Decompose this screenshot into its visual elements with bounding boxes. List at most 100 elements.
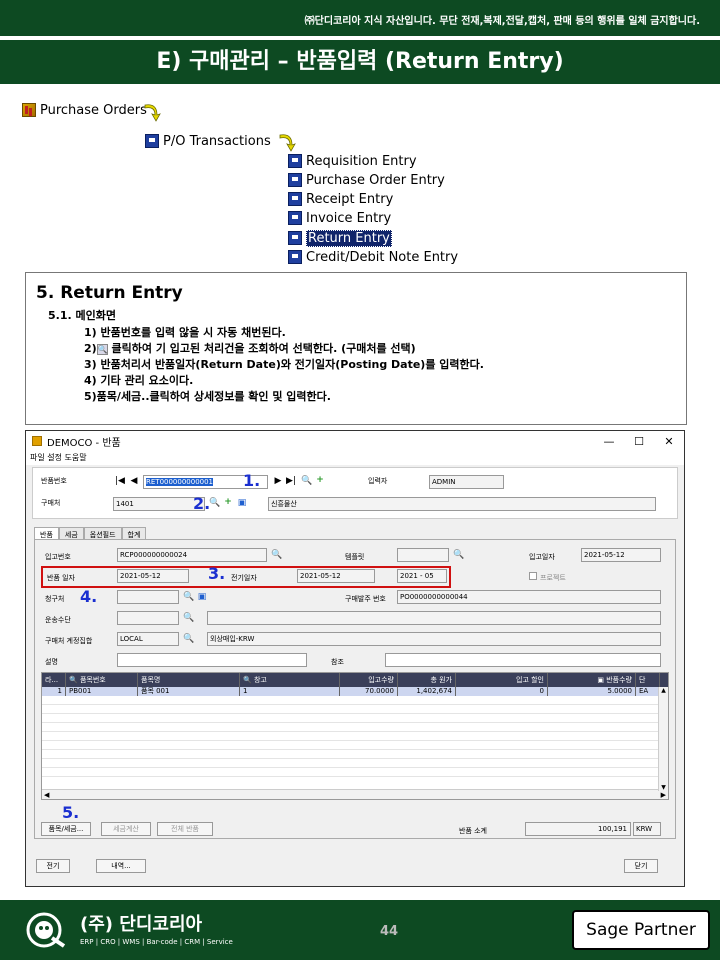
receipt-date-field: 2021-05-12 bbox=[581, 548, 661, 562]
receipt-no-field[interactable]: RCP000000000024 bbox=[117, 548, 267, 562]
col-return-qty[interactable]: ▣ 반품수량 bbox=[548, 673, 636, 687]
copyright-banner: ㈜단디코리아 지식 자산입니다. 무단 전재,복제,전달,캡처, 판매 등의 행… bbox=[0, 0, 720, 36]
table-row[interactable] bbox=[42, 768, 668, 777]
window-titlebar: DEMOCO - 반품 — ☐ ✕ bbox=[26, 431, 684, 451]
search-icon[interactable]: 🔍 bbox=[301, 475, 312, 487]
return-all-button[interactable]: 전체 반품 bbox=[157, 822, 213, 836]
search-icon[interactable]: 🔍 bbox=[183, 633, 194, 645]
project-checkbox[interactable] bbox=[529, 572, 537, 580]
scroll-left-icon[interactable]: ◀ bbox=[42, 791, 49, 799]
return-date-label: 반품 일자 bbox=[47, 574, 75, 582]
tree-item-po-transactions[interactable]: P/O Transactions bbox=[145, 132, 271, 150]
col-return-qty-label: 반품수량 bbox=[606, 676, 632, 684]
description-field[interactable] bbox=[117, 653, 307, 667]
tree-item-requisition-entry[interactable]: Requisition Entry bbox=[288, 152, 417, 170]
close-window-button[interactable]: ✕ bbox=[654, 435, 684, 448]
table-row[interactable] bbox=[42, 759, 668, 768]
return-date-field[interactable]: 2021-05-12 bbox=[117, 569, 189, 583]
line-items-grid[interactable]: 라... 🔍 품목번호 품목명 🔍 창고 입고수량 총 원가 입고 할인 ▣ 반… bbox=[41, 672, 669, 800]
tree-item-return-entry[interactable]: Return Entry bbox=[288, 229, 392, 247]
vendor-label: 구매처 bbox=[41, 499, 61, 507]
posting-date-field[interactable]: 2021-05-12 bbox=[297, 569, 375, 583]
col-item-name[interactable]: 품목명 bbox=[138, 673, 240, 687]
post-button[interactable]: 전기 bbox=[36, 859, 70, 873]
step-2: 2)🔍 클릭하여 기 입고된 처리건을 조회하여 선택한다. (구매처를 선택) bbox=[36, 341, 676, 357]
annotation-4: 4. bbox=[80, 587, 98, 606]
scroll-right-icon[interactable]: ▶ bbox=[661, 790, 668, 800]
page-title: E) 구매관리 – 반품입력 (Return Entry) bbox=[0, 40, 720, 84]
col-unit[interactable]: 단 bbox=[636, 673, 660, 687]
template-label: 템플릿 bbox=[345, 553, 365, 561]
page-number: 44 bbox=[380, 924, 399, 939]
next-record-icon[interactable]: ▶ bbox=[273, 475, 283, 487]
info-icon[interactable]: ▣ bbox=[197, 591, 207, 603]
template-field[interactable] bbox=[397, 548, 449, 562]
form-icon bbox=[288, 211, 302, 225]
items-tax-button[interactable]: 품목/세금... bbox=[41, 822, 91, 836]
annotation-1: 1. bbox=[243, 471, 261, 490]
cell-location: 1 bbox=[240, 687, 340, 696]
search-icon[interactable]: 🔍 bbox=[183, 591, 194, 603]
table-row[interactable] bbox=[42, 732, 668, 741]
horizontal-scrollbar[interactable]: ◀ ▶ bbox=[42, 789, 668, 799]
table-row[interactable] bbox=[42, 750, 668, 759]
col-total-cost[interactable]: 총 원가 bbox=[398, 673, 456, 687]
posting-date-label: 전기일자 bbox=[231, 574, 257, 582]
add-icon[interactable]: + bbox=[315, 474, 325, 486]
vendor-code-field[interactable]: 1401 bbox=[113, 497, 205, 511]
table-row[interactable] bbox=[42, 723, 668, 732]
bill-to-label: 청구처 bbox=[45, 595, 65, 603]
first-record-icon[interactable]: |◀ bbox=[115, 475, 125, 487]
col-received-qty[interactable]: 입고수량 bbox=[340, 673, 398, 687]
col-discount[interactable]: 입고 할인 bbox=[456, 673, 548, 687]
table-row[interactable] bbox=[42, 741, 668, 750]
scroll-down-icon[interactable]: ▼ bbox=[659, 784, 668, 791]
calc-tax-button[interactable]: 세금계산 bbox=[101, 822, 151, 836]
search-icon[interactable]: 🔍 bbox=[209, 497, 220, 509]
tree-item-purchase-orders[interactable]: Purchase Orders bbox=[22, 101, 147, 119]
cell-unit: EA bbox=[636, 687, 660, 696]
bill-to-field[interactable] bbox=[117, 590, 179, 604]
reference-field[interactable] bbox=[385, 653, 661, 667]
maximize-button[interactable]: ☐ bbox=[624, 435, 654, 448]
history-button[interactable]: 내역... bbox=[96, 859, 146, 873]
search-icon[interactable]: 🔍 bbox=[453, 549, 464, 561]
prev-record-icon[interactable]: ◀ bbox=[129, 475, 139, 487]
col-line[interactable]: 라... bbox=[42, 673, 66, 687]
curved-arrow-icon bbox=[144, 104, 161, 122]
table-row[interactable] bbox=[42, 705, 668, 714]
last-record-icon[interactable]: ▶| bbox=[286, 475, 296, 487]
folder-icon bbox=[22, 103, 36, 117]
sage-partner-logo: Sage Partner bbox=[572, 910, 710, 950]
tree-item-invoice-entry[interactable]: Invoice Entry bbox=[288, 209, 391, 227]
return-entry-window: DEMOCO - 반품 — ☐ ✕ 파일 설정 도움말 반품번호 |◀ ◀ RE… bbox=[25, 430, 685, 887]
account-set-code-field[interactable]: LOCAL bbox=[117, 632, 179, 646]
add-icon[interactable]: + bbox=[223, 496, 233, 508]
vertical-scrollbar[interactable]: ▲ ▼ bbox=[658, 687, 668, 791]
cell-line: 1 bbox=[42, 687, 66, 696]
scroll-up-icon[interactable]: ▲ bbox=[659, 687, 668, 694]
minimize-button[interactable]: — bbox=[594, 435, 624, 448]
close-button[interactable]: 닫기 bbox=[624, 859, 658, 873]
tree-item-credit-debit-note-entry[interactable]: Credit/Debit Note Entry bbox=[288, 248, 458, 266]
info-icon[interactable]: ▣ bbox=[237, 497, 247, 509]
search-icon[interactable]: 🔍 bbox=[271, 549, 282, 561]
search-icon[interactable]: 🔍 bbox=[183, 612, 194, 624]
annotation-2: 2. bbox=[193, 494, 211, 513]
return-no-label: 반품번호 bbox=[41, 477, 67, 485]
table-row[interactable]: 1 PB001 품목 001 1 70.0000 1,402,674 0 5.0… bbox=[42, 687, 668, 696]
curved-arrow-icon bbox=[279, 134, 296, 152]
ship-via-field[interactable] bbox=[117, 611, 179, 625]
section-heading: 5. Return Entry bbox=[36, 283, 183, 303]
tree-label-root: Purchase Orders bbox=[40, 102, 147, 118]
fiscal-period-field: 2021 - 05 bbox=[397, 569, 447, 583]
tree-item-purchase-order-entry[interactable]: Purchase Order Entry bbox=[288, 171, 445, 189]
annotation-3: 3. bbox=[208, 564, 226, 583]
table-row[interactable] bbox=[42, 714, 668, 723]
col-location[interactable]: 🔍 창고 bbox=[240, 673, 340, 687]
tree-item-receipt-entry[interactable]: Receipt Entry bbox=[288, 190, 393, 208]
col-item-no[interactable]: 🔍 품목번호 bbox=[66, 673, 138, 687]
menubar[interactable]: 파일 설정 도움말 bbox=[26, 451, 684, 465]
table-row[interactable] bbox=[42, 696, 668, 705]
step-4: 4) 기타 관리 요소이다. bbox=[84, 374, 194, 387]
